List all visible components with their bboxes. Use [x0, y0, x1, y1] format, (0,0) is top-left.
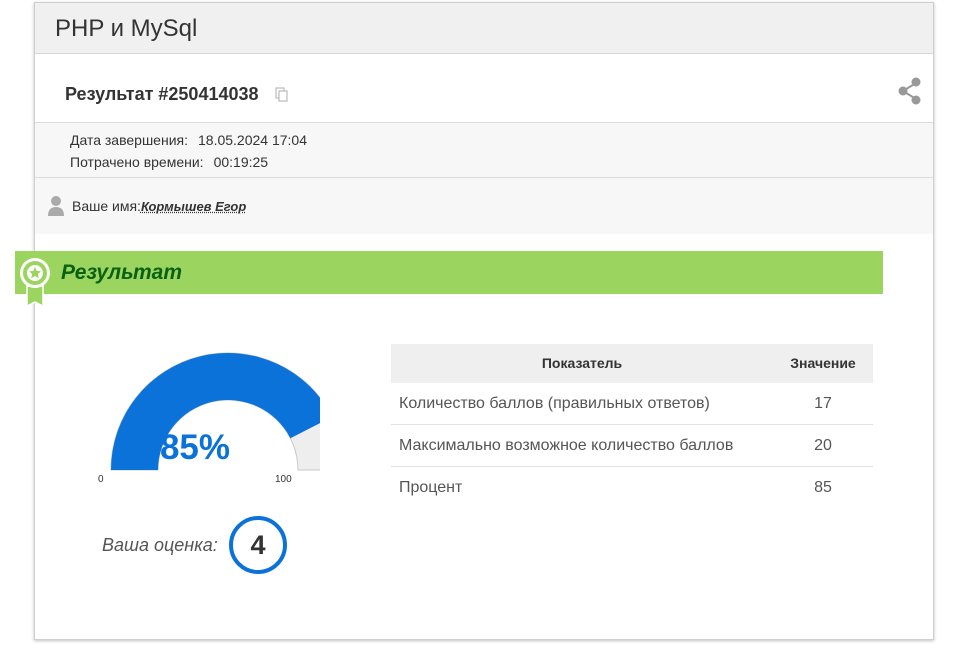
- result-banner: Результат: [15, 251, 883, 294]
- copy-icon[interactable]: [275, 87, 289, 103]
- row-value: 85: [814, 479, 832, 496]
- title-bar: PHP и MySql: [35, 3, 933, 54]
- gauge-min-label: 0: [98, 474, 104, 485]
- time-spent-row: Потрачено времени: 00:19:25: [70, 154, 268, 170]
- user-name: Ваше имя:Кормышев Егор: [72, 198, 246, 214]
- page-title: PHP и MySql: [55, 15, 198, 42]
- share-icon[interactable]: [898, 77, 922, 105]
- row-value: 17: [814, 395, 832, 412]
- gauge-max-label: 100: [275, 474, 292, 485]
- meta-info: Дата завершения: 18.05.2024 17:04 Потраче…: [35, 123, 933, 178]
- row-metric: Процент: [399, 479, 463, 496]
- gauge-percent: 85%: [159, 428, 231, 467]
- user-icon: [47, 195, 65, 217]
- finish-date-value: 18.05.2024 17:04: [198, 132, 307, 148]
- row-metric: Количество баллов (правильных ответов): [399, 395, 710, 412]
- table-row: Максимально возможное количество баллов …: [391, 425, 873, 467]
- time-spent-value: 00:19:25: [213, 154, 269, 170]
- award-badge-icon: [18, 256, 52, 308]
- user-name-row: Ваше имя:Кормышев Егор: [35, 178, 933, 234]
- results-table: Показатель Значение Количество баллов (п…: [391, 344, 873, 508]
- grade-value: 4: [229, 516, 287, 574]
- row-value: 20: [814, 437, 832, 454]
- user-name-label: Ваше имя:: [72, 198, 141, 214]
- grade-label: Ваша оценка:: [102, 535, 218, 555]
- result-header: Результат #250414038: [35, 54, 933, 123]
- column-header-metric: Показатель: [541, 355, 623, 371]
- column-header-value: Значение: [790, 355, 856, 371]
- finish-date-label: Дата завершения:: [70, 132, 188, 148]
- table-header: Показатель Значение: [391, 344, 873, 383]
- table-row: Количество баллов (правильных ответов) 1…: [391, 383, 873, 425]
- result-banner-label: Результат: [61, 261, 183, 284]
- score-gauge: [110, 352, 320, 471]
- time-spent-label: Потрачено времени:: [70, 154, 204, 170]
- finish-date-row: Дата завершения: 18.05.2024 17:04: [70, 132, 307, 148]
- user-name-value: Кормышев Егор: [140, 199, 247, 214]
- table-row: Процент 85: [391, 467, 873, 508]
- result-title: Результат #250414038: [65, 84, 259, 104]
- row-metric: Максимально возможное количество баллов: [399, 437, 734, 454]
